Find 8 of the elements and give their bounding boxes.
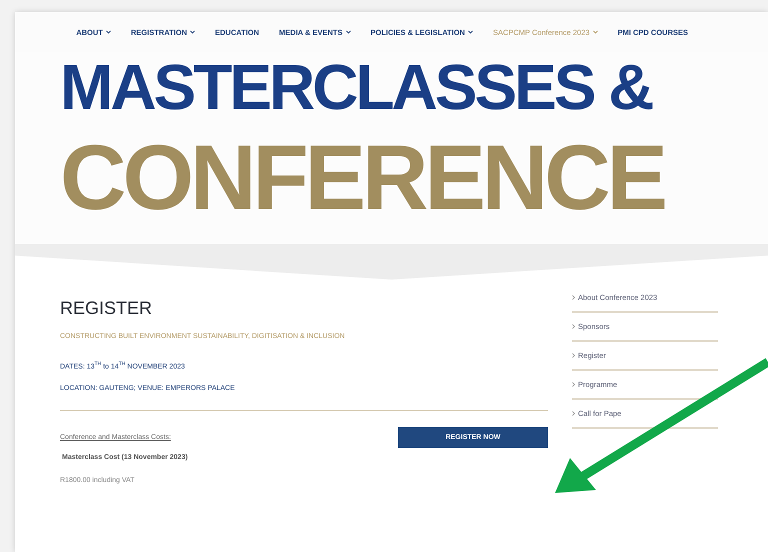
chevron-right-icon bbox=[572, 294, 575, 300]
chevron-right-icon bbox=[572, 324, 575, 329]
hero-headline: CONFERENCE bbox=[60, 128, 664, 230]
hero-headline: MASTERCLASSES & bbox=[60, 52, 652, 122]
page-title: REGISTER bbox=[60, 298, 154, 319]
chevron-right-icon bbox=[572, 410, 575, 416]
chevron-right-icon bbox=[572, 352, 575, 358]
chevron-right-icon bbox=[572, 382, 575, 387]
